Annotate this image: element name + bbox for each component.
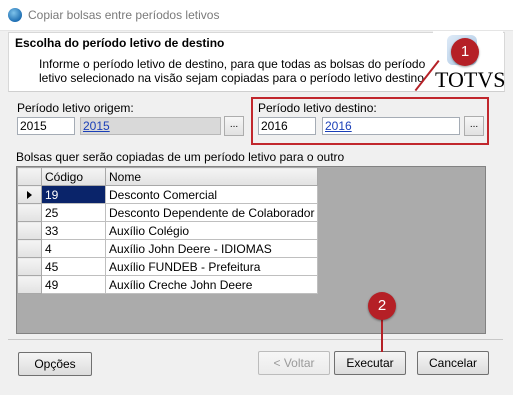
row-selector[interactable] xyxy=(17,275,42,294)
cell-nome[interactable]: Desconto Comercial xyxy=(104,185,319,204)
row-selector[interactable] xyxy=(17,185,42,204)
callout-2-arrow xyxy=(381,316,383,352)
window-titlebar: Copiar bolsas entre períodos letivos xyxy=(0,0,513,31)
cell-codigo[interactable]: 33 xyxy=(41,221,106,240)
bolsas-table: Código Nome 19 Desconto Comercial 25 Des… xyxy=(17,167,319,294)
destination-browse-button[interactable]: ... xyxy=(464,116,484,136)
origin-browse-button[interactable]: ... xyxy=(224,116,244,136)
back-button[interactable]: < Voltar xyxy=(258,351,330,375)
logo-text: TOTVS xyxy=(435,67,506,92)
cell-codigo[interactable]: 49 xyxy=(41,275,106,294)
origin-period-display: 2015 xyxy=(80,117,221,135)
cell-codigo[interactable]: 25 xyxy=(41,203,106,222)
current-row-arrow-icon xyxy=(27,190,32,199)
origin-period-code-input[interactable]: 2015 xyxy=(17,117,75,135)
destination-period-display[interactable]: 2016 xyxy=(322,117,460,135)
options-button[interactable]: Opções xyxy=(18,352,92,376)
callout-1-badge: 1 xyxy=(451,38,479,66)
cell-nome[interactable]: Auxílio FUNDEB - Prefeitura xyxy=(104,257,319,276)
app-icon xyxy=(8,8,22,22)
window-title: Copiar bolsas entre períodos letivos xyxy=(28,8,220,22)
row-header-corner xyxy=(17,167,42,186)
table-row[interactable]: 49 Auxílio Creche John Deere xyxy=(17,275,319,294)
header-title: Escolha do período letivo de destino xyxy=(15,36,225,50)
cell-codigo[interactable]: 45 xyxy=(41,257,106,276)
table-row[interactable]: 19 Desconto Comercial xyxy=(17,185,319,204)
execute-button[interactable]: Executar xyxy=(334,351,406,375)
grid-label: Bolsas quer serão copiadas de um período… xyxy=(16,150,345,164)
cell-codigo[interactable]: 19 xyxy=(41,185,106,204)
origin-period-label: Período letivo origem: xyxy=(17,101,134,115)
table-row[interactable]: 33 Auxílio Colégio xyxy=(17,221,319,240)
cell-nome[interactable]: Desconto Dependente de Colaborador xyxy=(104,203,319,222)
table-row[interactable]: 45 Auxílio FUNDEB - Prefeitura xyxy=(17,257,319,276)
footer-separator xyxy=(8,339,503,340)
cell-codigo[interactable]: 4 xyxy=(41,239,106,258)
cell-nome[interactable]: Auxílio Colégio xyxy=(104,221,319,240)
row-selector[interactable] xyxy=(17,257,42,276)
destination-period-code-input[interactable]: 2016 xyxy=(258,117,316,135)
cancel-button[interactable]: Cancelar xyxy=(417,351,489,375)
destination-period-label: Período letivo destino: xyxy=(258,101,377,115)
callout-2-badge: 2 xyxy=(368,292,396,320)
header-description: Informe o período letivo de destino, par… xyxy=(39,57,426,85)
cell-nome[interactable]: Auxílio John Deere - IDIOMAS xyxy=(104,239,319,258)
destination-period-display-value: 2016 xyxy=(325,119,352,133)
column-header-nome[interactable]: Nome xyxy=(104,167,319,186)
origin-period-display-value: 2015 xyxy=(83,119,110,133)
row-selector[interactable] xyxy=(17,203,42,222)
table-row[interactable]: 25 Desconto Dependente de Colaborador xyxy=(17,203,319,222)
table-header-row: Código Nome xyxy=(17,167,319,186)
cell-nome[interactable]: Auxílio Creche John Deere xyxy=(104,275,319,294)
wizard-header: Escolha do período letivo de destino Inf… xyxy=(8,31,506,92)
row-selector[interactable] xyxy=(17,239,42,258)
row-selector[interactable] xyxy=(17,221,42,240)
column-header-codigo[interactable]: Código xyxy=(41,167,106,186)
table-row[interactable]: 4 Auxílio John Deere - IDIOMAS xyxy=(17,239,319,258)
bolsas-grid[interactable]: Código Nome 19 Desconto Comercial 25 Des… xyxy=(16,166,486,334)
